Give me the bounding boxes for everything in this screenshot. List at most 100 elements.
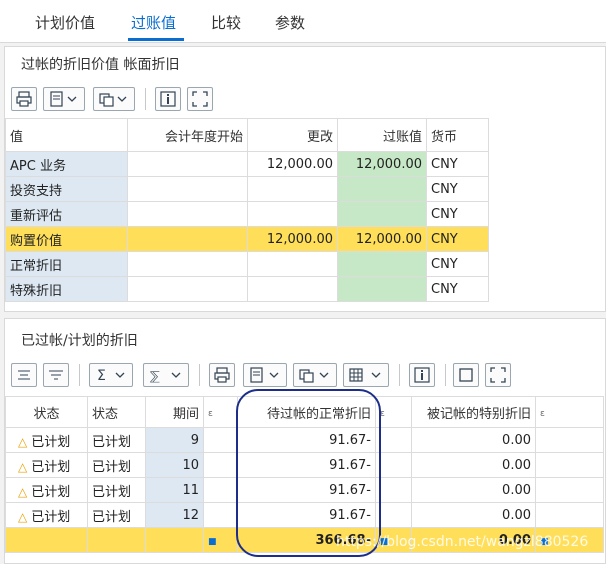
warning-icon: △	[18, 459, 28, 474]
cell-currency: CNY	[426, 201, 489, 227]
tab-posted-values[interactable]: 过账值	[131, 12, 176, 33]
posted-depreciation-panel: 过帐的折旧价值 帐面折旧 值 会计年度开始 更改 过账值 货币 APC 业务 1…	[4, 46, 606, 312]
cell-status1: 已计划	[31, 509, 71, 525]
view-menu-button-2[interactable]	[293, 363, 337, 387]
table-row[interactable]: 投资支持 CNY	[5, 176, 489, 202]
sum-indicator-icon: ε	[208, 408, 213, 419]
info-icon	[160, 91, 176, 107]
view-switch-icon	[299, 369, 329, 383]
cell-status2: 已计划	[87, 502, 146, 528]
info-button-2[interactable]	[409, 363, 435, 387]
row-label: 购置价值	[5, 226, 128, 252]
cell-period: 10	[145, 452, 204, 478]
table-header-row: 状态 状态 期间 ε 待过帐的正常折旧 ε 被记帐的特别折旧 ε	[5, 396, 604, 428]
cell-fy-start	[127, 176, 248, 202]
cell-period: 9	[145, 427, 204, 453]
planned-depreciation-table: 状态 状态 期间 ε 待过帐的正常折旧 ε 被记帐的特别折旧 ε △ 已计划 已计…	[5, 396, 604, 553]
cell-currency: CNY	[426, 251, 489, 277]
col-header-posted[interactable]: 过账值	[337, 118, 427, 152]
cell-change: 12,000.00	[247, 151, 338, 177]
table-row[interactable]: 特殊折旧 CNY	[5, 276, 489, 302]
table-row-total[interactable]: 购置价值 12,000.00 12,000.00 CNY	[5, 226, 489, 252]
row-label: 正常折旧	[5, 251, 128, 277]
export-menu-button[interactable]	[43, 87, 85, 111]
col-header-special-depr[interactable]: 被记帐的特别折旧	[411, 396, 536, 428]
col-header-currency[interactable]: 货币	[426, 118, 489, 152]
cell-special-depr: 0.00	[411, 502, 536, 528]
active-tab-indicator	[128, 38, 184, 41]
sum-icon: Σ	[97, 368, 125, 383]
total-marker-icon: ■	[540, 536, 549, 547]
col-header-period[interactable]: 期间	[145, 396, 204, 428]
export-icon	[50, 91, 77, 107]
table-row[interactable]: △ 已计划 已计划 10 91.67- 0.00	[5, 452, 604, 478]
cell-status2: 已计划	[87, 452, 146, 478]
cell-normal-depr: 91.67-	[237, 452, 376, 478]
table-row[interactable]: 重新评估 CNY	[5, 201, 489, 227]
cell-special-depr: 0.00	[411, 477, 536, 503]
total-normal-depr: 366.68-	[237, 527, 376, 553]
sum-menu-button[interactable]: Σ	[89, 363, 133, 387]
col-header-fy-start[interactable]: 会计年度开始	[127, 118, 248, 152]
table-row[interactable]: △ 已计划 已计划 12 91.67- 0.00	[5, 502, 604, 528]
window-button[interactable]	[453, 363, 479, 387]
expand-icon	[490, 367, 506, 383]
fullscreen-button-2[interactable]	[485, 363, 511, 387]
cell-normal-depr: 91.67-	[237, 477, 376, 503]
cell-currency: CNY	[426, 151, 489, 177]
table-row[interactable]: 正常折旧 CNY	[5, 251, 489, 277]
print-icon	[214, 367, 230, 383]
cell-posted: 12,000.00	[337, 151, 427, 177]
cell-currency: CNY	[426, 226, 489, 252]
row-label: APC 业务	[5, 151, 128, 177]
table-row[interactable]: △ 已计划 已计划 11 91.67- 0.00	[5, 477, 604, 503]
tab-parameters[interactable]: 参数	[275, 12, 305, 33]
info-button[interactable]	[155, 87, 181, 111]
print-button-2[interactable]	[209, 363, 235, 387]
table-row[interactable]: △ 已计划 已计划 9 91.67- 0.00	[5, 427, 604, 453]
cell-fy-start	[127, 201, 248, 227]
cell-normal-depr: 91.67-	[237, 502, 376, 528]
col-header-status2[interactable]: 状态	[87, 396, 146, 428]
col-header-status1[interactable]: 状态	[5, 396, 88, 428]
print-button[interactable]	[11, 87, 37, 111]
svg-text:Σ: Σ	[97, 368, 106, 383]
row-label: 投资支持	[5, 176, 128, 202]
cell-special-depr: 0.00	[411, 452, 536, 478]
expand-icon	[192, 91, 208, 107]
cell-status2: 已计划	[87, 477, 146, 503]
view-menu-button[interactable]	[93, 87, 135, 111]
col-header-change[interactable]: 更改	[247, 118, 338, 152]
print-icon	[16, 91, 32, 107]
subtotal-menu-button[interactable]: ⅀	[143, 363, 189, 387]
filter-button[interactable]	[43, 363, 69, 387]
grid-settings-icon	[349, 368, 381, 382]
cell-posted	[337, 176, 427, 202]
cell-status1: 已计划	[31, 434, 71, 450]
layout-menu-button[interactable]	[343, 363, 389, 387]
total-marker-icon: ■	[208, 536, 217, 547]
export-menu-button-2[interactable]	[243, 363, 287, 387]
table-row[interactable]: APC 业务 12,000.00 12,000.00 CNY	[5, 151, 489, 177]
window-icon	[459, 368, 473, 382]
cell-currency: CNY	[426, 176, 489, 202]
table-total-row[interactable]: ■ 366.68- ■ 0.00 ■	[5, 527, 604, 553]
row-label: 重新评估	[5, 201, 128, 227]
cell-fy-start	[127, 276, 248, 302]
fullscreen-button[interactable]	[187, 87, 213, 111]
col-header-normal-depr[interactable]: 待过帐的正常折旧	[237, 396, 376, 428]
total-marker-icon: ■	[380, 536, 389, 547]
cell-change	[247, 276, 338, 302]
cell-period: 11	[145, 477, 204, 503]
tab-comparison[interactable]: 比较	[211, 12, 241, 33]
cell-status1: 已计划	[31, 484, 71, 500]
cell-posted	[337, 201, 427, 227]
col-header-sum-indicator: ε	[535, 396, 604, 428]
section2-title: 已过帐/计划的折旧	[21, 333, 138, 349]
sum-indicator-icon: ε	[540, 408, 545, 419]
cell-status1: 已计划	[31, 459, 71, 475]
align-center-button[interactable]	[11, 363, 37, 387]
cell-change	[247, 251, 338, 277]
tab-planned-values[interactable]: 计划价值	[35, 12, 95, 33]
col-header-value[interactable]: 值	[5, 118, 128, 152]
